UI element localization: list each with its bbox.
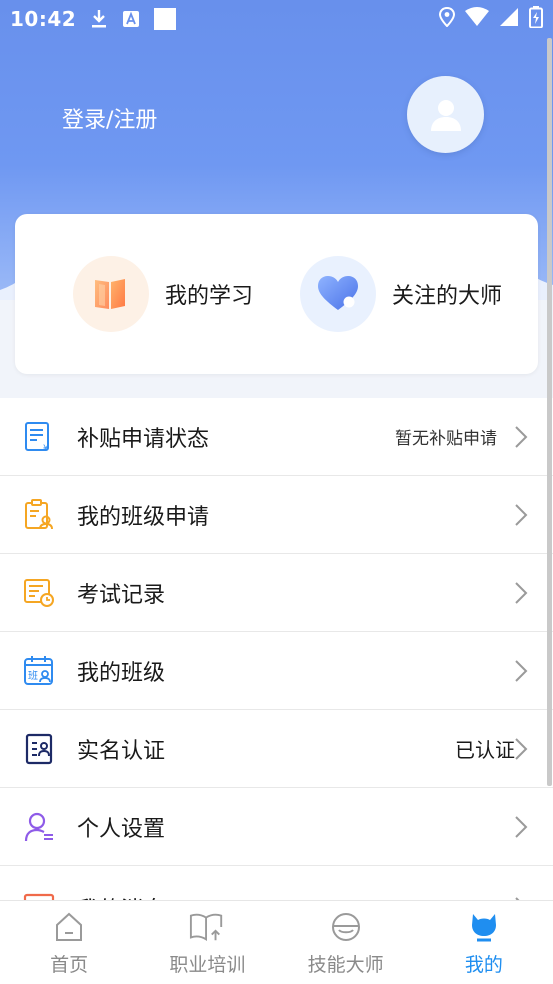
tab-label: 我的	[464, 954, 503, 976]
heart-icon	[300, 256, 376, 332]
download-icon	[90, 9, 108, 29]
quick-actions-card: 我的学习 关注的大师	[15, 214, 538, 374]
svg-text:¥: ¥	[43, 444, 49, 453]
followed-masters-button[interactable]: 关注的大师	[300, 256, 502, 332]
menu-label: 考试记录	[77, 582, 166, 608]
book-icon	[73, 256, 149, 332]
class-application-icon	[22, 498, 56, 532]
square-icon	[154, 8, 177, 30]
my-class-icon: 班	[22, 654, 56, 688]
my-study-label: 我的学习	[165, 284, 254, 309]
profile-icon	[466, 909, 502, 945]
scrollbar[interactable]	[547, 38, 552, 786]
chevron-right-icon	[511, 815, 531, 839]
subsidy-document-icon: ¥	[22, 420, 56, 454]
chevron-right-icon	[511, 425, 531, 449]
login-register-link[interactable]: 登录/注册	[62, 102, 157, 134]
settings-menu: ¥ 补贴申请状态 暂无补贴申请 我的班级申请 考试记录 班 我的班级 实名认证 …	[0, 398, 553, 906]
menu-item-my-class[interactable]: 班 我的班级	[0, 632, 553, 710]
status-time: 10:42	[10, 7, 77, 31]
tab-home[interactable]: 首页	[0, 901, 138, 984]
menu-value: 暂无补贴申请	[395, 429, 497, 449]
id-card-icon	[22, 732, 56, 766]
menu-item-class-application[interactable]: 我的班级申请	[0, 476, 553, 554]
battery-charging-icon	[529, 6, 543, 32]
chevron-right-icon	[511, 737, 531, 761]
tab-label: 职业培训	[169, 954, 246, 976]
chevron-right-icon	[511, 581, 531, 605]
followed-masters-label: 关注的大师	[392, 284, 503, 309]
avatar[interactable]	[407, 76, 484, 153]
tab-label: 首页	[50, 954, 89, 976]
location-icon	[438, 6, 456, 31]
master-icon	[328, 909, 364, 945]
chevron-right-icon	[511, 503, 531, 527]
menu-item-personal-settings[interactable]: 个人设置	[0, 788, 553, 866]
status-bar: 10:42	[0, 0, 553, 38]
tab-mine[interactable]: 我的	[415, 901, 553, 984]
menu-value: 已认证	[455, 738, 515, 762]
book-upload-icon	[189, 909, 225, 945]
bottom-tab-bar: 首页 职业培训 技能大师 我的	[0, 900, 553, 984]
tab-vocational-training[interactable]: 职业培训	[138, 901, 276, 984]
a-box-icon	[122, 10, 140, 28]
menu-label: 我的班级	[77, 660, 166, 686]
person-settings-icon	[22, 810, 56, 844]
chevron-right-icon	[511, 659, 531, 683]
menu-label: 我的班级申请	[77, 504, 210, 530]
menu-item-real-name-auth[interactable]: 实名认证 已认证	[0, 710, 553, 788]
user-avatar-icon	[430, 99, 461, 131]
wifi-icon	[465, 7, 489, 31]
my-study-button[interactable]: 我的学习	[73, 256, 253, 332]
signal-icon	[499, 7, 519, 31]
menu-label: 补贴申请状态	[77, 426, 210, 452]
menu-item-subsidy-status[interactable]: ¥ 补贴申请状态 暂无补贴申请	[0, 398, 553, 476]
svg-text:班: 班	[28, 670, 38, 682]
tab-skill-masters[interactable]: 技能大师	[277, 901, 415, 984]
home-icon	[51, 909, 87, 945]
menu-item-exam-records[interactable]: 考试记录	[0, 554, 553, 632]
tab-label: 技能大师	[307, 954, 384, 976]
menu-label: 个人设置	[77, 816, 166, 842]
menu-label: 实名认证	[77, 738, 166, 764]
exam-record-icon	[22, 576, 56, 610]
